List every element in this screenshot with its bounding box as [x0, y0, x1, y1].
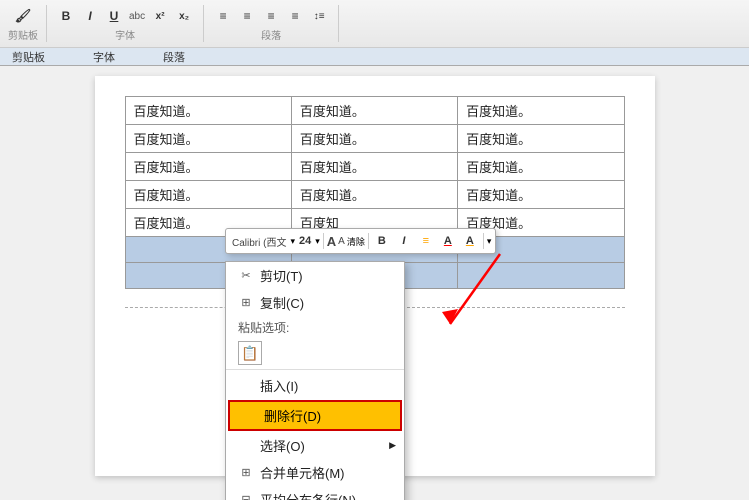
ctx-copy[interactable]: ⊞ 复制(C) — [226, 289, 404, 316]
clipboard-group: 🖌 剪贴板 — [8, 5, 38, 42]
table-cell[interactable]: 百度知道。 — [458, 181, 624, 209]
ctx-cut[interactable]: ✂ 剪切(T) — [226, 262, 404, 289]
mini-font-drop[interactable]: ▾ — [290, 236, 295, 247]
ctx-dist-rows-label: 平均分布各行(N) — [260, 490, 392, 500]
font-label: 字体 — [115, 27, 135, 42]
clipboard-row: 🖌 — [12, 5, 34, 27]
format-painter-btn[interactable]: 🖌 — [12, 5, 34, 27]
ctx-merge-label: 合并单元格(M) — [260, 463, 392, 482]
mini-highlight-btn[interactable]: ≡ — [416, 232, 436, 250]
ctx-sep1 — [226, 369, 404, 370]
cut-icon: ✂ — [238, 269, 254, 282]
table-cell[interactable]: 百度知道。 — [291, 97, 457, 125]
ctx-select[interactable]: 选择(O) — [226, 432, 404, 459]
mini-fontcolor-btn[interactable]: A — [438, 232, 458, 250]
mini-italic-btn[interactable]: I — [394, 232, 414, 250]
ctx-cut-label: 剪切(T) — [260, 266, 392, 285]
paragraph-section: ≡ ≡ ≡ ≡ ↕≡ 段落 — [212, 5, 339, 42]
ctx-paste-label: 粘贴选项: — [226, 316, 404, 339]
mini-grow[interactable]: A — [327, 234, 336, 249]
mini-fontcolor2-btn[interactable]: A — [460, 232, 480, 250]
align-right-btn[interactable]: ≡ — [260, 5, 282, 27]
mini-shrink[interactable]: A — [338, 236, 345, 247]
mini-more[interactable]: ▾ — [487, 236, 492, 247]
bold-btn[interactable]: B — [55, 5, 77, 27]
justify-btn[interactable]: ≡ — [284, 5, 306, 27]
mini-sep1 — [323, 233, 324, 249]
para-row1: ≡ ≡ ≡ ≡ ↕≡ — [212, 5, 330, 27]
superscript-btn[interactable]: x² — [149, 5, 171, 27]
mini-font-size[interactable]: 24 — [297, 235, 313, 247]
table-cell[interactable]: 百度知道。 — [125, 153, 291, 181]
table-row[interactable]: 百度知道。 百度知道。 百度知道。 — [125, 181, 624, 209]
ribbon-paragraph[interactable]: 段落 — [159, 49, 189, 65]
mini-font-name: Calibri (西文 — [230, 234, 288, 249]
clipboard-label: 剪贴板 — [8, 27, 38, 42]
main-toolbar: 🖌 剪贴板 B I U abc x² x₂ 字体 ≡ ≡ ≡ ≡ — [0, 0, 749, 48]
table-cell[interactable]: 百度知道。 — [291, 125, 457, 153]
ctx-merge[interactable]: ⊞ 合并单元格(M) — [226, 459, 404, 486]
ctx-paste-icon[interactable]: 📋 — [226, 339, 404, 367]
table-cell[interactable]: 百度知道。 — [458, 153, 624, 181]
align-center-btn[interactable]: ≡ — [236, 5, 258, 27]
table-cell[interactable]: 百度知道。 — [458, 125, 624, 153]
ctx-copy-label: 复制(C) — [260, 293, 392, 312]
clipboard-section: 🖌 剪贴板 — [8, 5, 47, 42]
ctx-delete-row[interactable]: 删除行(D) — [230, 402, 400, 429]
ribbon-clipboard[interactable]: 剪贴板 — [8, 49, 49, 65]
font-section: B I U abc x² x₂ 字体 — [55, 5, 204, 42]
ribbon-labels: 剪贴板 字体 段落 — [0, 48, 749, 66]
mini-sep2 — [368, 233, 369, 249]
align-left-btn[interactable]: ≡ — [212, 5, 234, 27]
ribbon-font[interactable]: 字体 — [89, 49, 119, 65]
table-cell[interactable]: 百度知道。 — [458, 97, 624, 125]
page-break-line-right — [397, 307, 625, 308]
mini-toolbar: Calibri (西文 ▾ 24 ▾ A A 清除 B I ≡ A A ▾ — [225, 228, 496, 254]
merge-icon: ⊞ — [238, 466, 254, 479]
ctx-insert-label: 插入(I) — [260, 376, 392, 395]
table-row[interactable]: 百度知道。 百度知道。 百度知道。 — [125, 97, 624, 125]
ctx-select-label: 选择(O) — [260, 436, 392, 455]
paragraph-label: 段落 — [261, 27, 281, 42]
document-area: 百度知道。 百度知道。 百度知道。 百度知道。 百度知道。 百度知道。 百度知道… — [0, 66, 749, 500]
table-cell[interactable]: 百度知道。 — [125, 97, 291, 125]
line-spacing-btn[interactable]: ↕≡ — [308, 5, 330, 27]
ctx-dist-rows[interactable]: ⊟ 平均分布各行(N) — [226, 486, 404, 500]
underline-btn[interactable]: U — [103, 5, 125, 27]
mini-size-drop[interactable]: ▾ — [315, 236, 320, 247]
table-cell[interactable]: 百度知道。 — [291, 153, 457, 181]
subscript-btn[interactable]: x₂ — [173, 5, 195, 27]
font-group: B I U abc x² x₂ 字体 — [55, 5, 195, 42]
table-row[interactable]: 百度知道。 百度知道。 百度知道。 — [125, 125, 624, 153]
mini-sep3 — [483, 233, 484, 249]
context-menu: ✂ 剪切(T) ⊞ 复制(C) 粘贴选项: 📋 插入(I) 删除行(D) 选择(… — [225, 261, 405, 500]
paste-icon-box[interactable]: 📋 — [238, 341, 262, 365]
table-cell[interactable]: 百度知道。 — [125, 181, 291, 209]
dist-rows-icon: ⊟ — [238, 493, 254, 500]
font-row1: B I U abc x² x₂ — [55, 5, 195, 27]
mini-bold-btn[interactable]: B — [372, 232, 392, 250]
delete-row-highlight-box: 删除行(D) — [228, 400, 402, 431]
italic-btn[interactable]: I — [79, 5, 101, 27]
ctx-delete-row-label: 删除行(D) — [264, 406, 388, 425]
table-cell[interactable]: 百度知道。 — [291, 181, 457, 209]
paste-options-text: 粘贴选项: — [238, 319, 289, 336]
paragraph-group: ≡ ≡ ≡ ≡ ↕≡ 段落 — [212, 5, 330, 42]
table-cell[interactable]: 百度知道。 — [125, 125, 291, 153]
mini-clear[interactable]: 清除 — [347, 235, 365, 248]
table-row[interactable]: 百度知道。 百度知道。 百度知道。 — [125, 153, 624, 181]
copy-icon: ⊞ — [238, 296, 254, 309]
table-cell-selected[interactable] — [458, 263, 624, 289]
ctx-insert[interactable]: 插入(I) — [226, 372, 404, 399]
